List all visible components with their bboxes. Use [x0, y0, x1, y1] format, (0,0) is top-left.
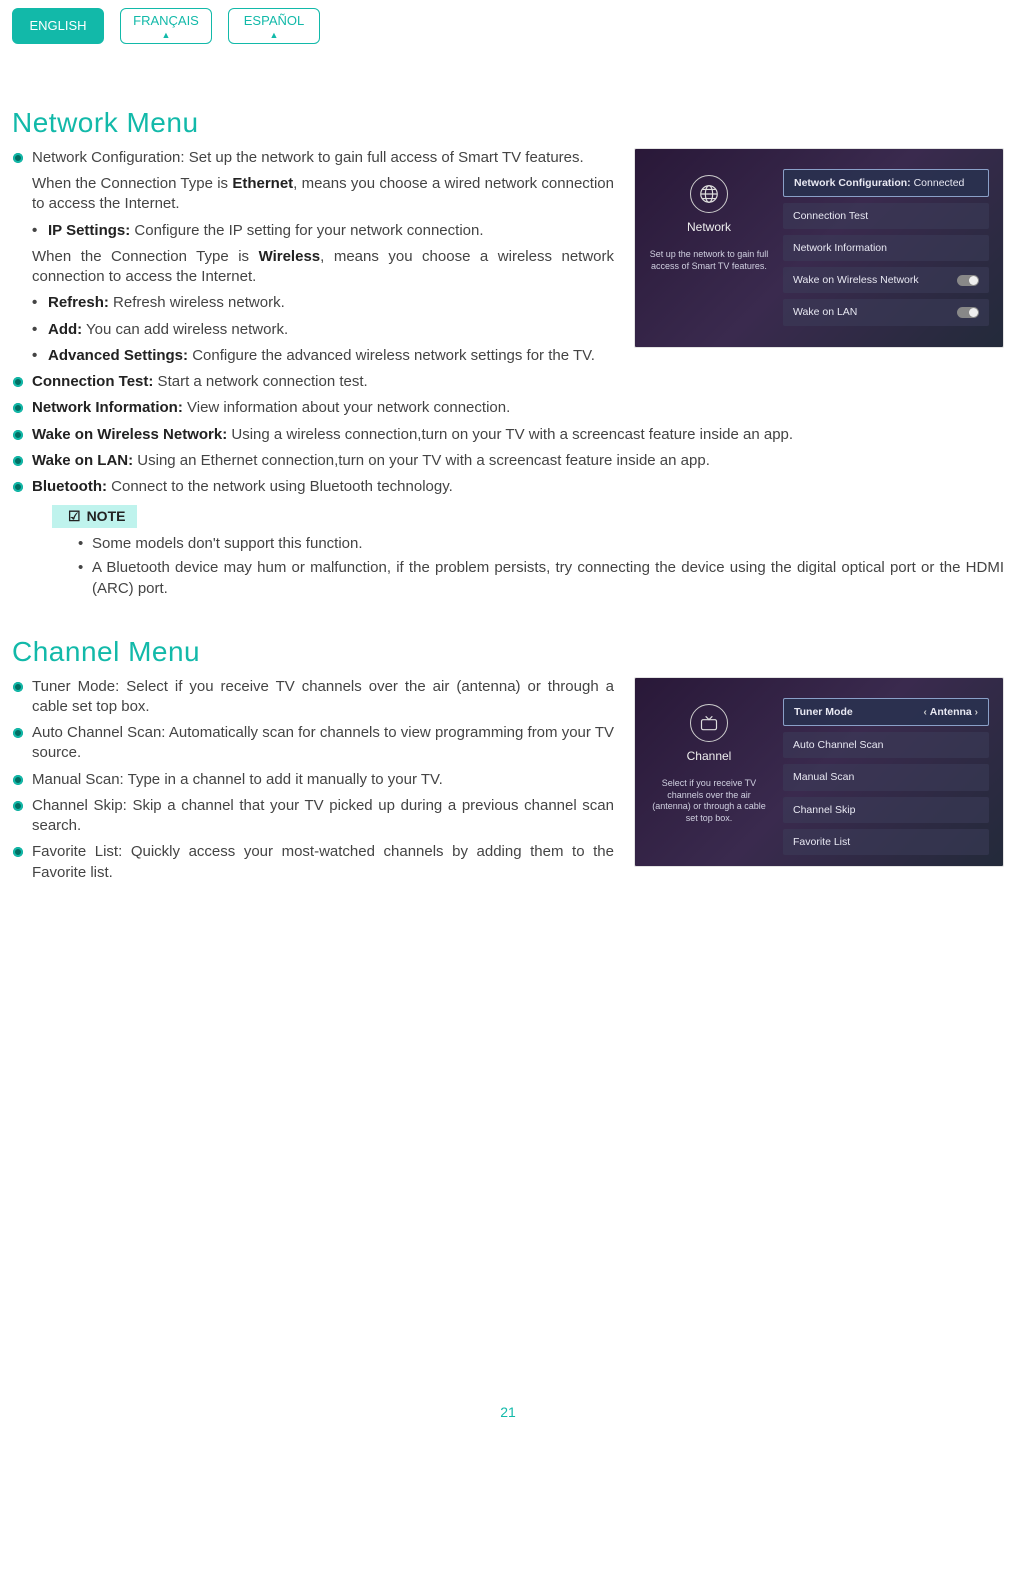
- wireless-paragraph: When the Connection Type is Wireless, me…: [32, 247, 637, 288]
- list-item-tuner-mode: Tuner Mode: Select if you receive TV cha…: [12, 677, 1004, 718]
- tab-francais[interactable]: FRANÇAIS ▲: [120, 8, 212, 44]
- list-item-bluetooth: Bluetooth: Connect to the network using …: [12, 477, 1004, 599]
- lead: Network Configuration:: [32, 149, 185, 166]
- lead: Network Information:: [32, 399, 183, 416]
- text: Select if you receive TV channels over t…: [32, 678, 614, 715]
- network-menu-heading: Network Menu: [12, 104, 1004, 142]
- channel-menu-heading: Channel Menu: [12, 633, 1004, 671]
- note-box: ☑ NOTE Some models don't support this fun…: [52, 505, 1004, 599]
- network-list: Network Configuration: Set up the networ…: [12, 148, 1004, 599]
- page-number: 21: [12, 1403, 1004, 1422]
- note-item: Some models don't support this function.: [78, 534, 1004, 554]
- lead: Wake on Wireless Network:: [32, 426, 227, 443]
- tab-espanol[interactable]: ESPAÑOL ▲: [228, 8, 320, 44]
- text: You can add wireless network.: [82, 321, 288, 338]
- chevron-up-icon: ▲: [270, 31, 279, 40]
- sub-item-add: Add: You can add wireless network.: [32, 320, 1004, 340]
- lead: Refresh:: [48, 294, 109, 311]
- lead: Tuner Mode:: [32, 678, 119, 695]
- tab-espanol-label: ESPAÑOL: [244, 12, 304, 30]
- t1: When the Connection Type is: [32, 248, 259, 265]
- lead: Advanced Settings:: [48, 347, 188, 364]
- text: Configure the IP setting for your networ…: [130, 222, 483, 239]
- text: Configure the advanced wireless network …: [188, 347, 595, 364]
- tab-english[interactable]: ENGLISH: [12, 8, 104, 44]
- text: View information about your network conn…: [183, 399, 510, 416]
- lead: Auto Channel Scan:: [32, 724, 165, 741]
- t1: When the Connection Type is: [32, 175, 232, 192]
- tab-francais-label: FRANÇAIS: [133, 12, 199, 30]
- lead: IP Settings:: [48, 222, 130, 239]
- lead: Bluetooth:: [32, 478, 107, 495]
- list-item-wake-wireless: Wake on Wireless Network: Using a wirele…: [12, 425, 1004, 445]
- chevron-up-icon: ▲: [162, 31, 171, 40]
- sub-item-refresh: Refresh: Refresh wireless network.: [32, 293, 1004, 313]
- lead: Wake on LAN:: [32, 452, 133, 469]
- note-label: ☑ NOTE: [52, 505, 137, 528]
- text: Type in a channel to add it manually to …: [124, 771, 443, 788]
- lead: Favorite List:: [32, 843, 122, 860]
- list-item-connection-test: Connection Test: Start a network connect…: [12, 372, 1004, 392]
- list-item-manual-scan: Manual Scan: Type in a channel to add it…: [12, 770, 1004, 790]
- sub-item-advanced: Advanced Settings: Configure the advance…: [32, 346, 1004, 366]
- language-tabs: ENGLISH FRANÇAIS ▲ ESPAÑOL ▲: [12, 0, 1004, 74]
- bold: Ethernet: [232, 175, 293, 192]
- note-label-text: NOTE: [87, 507, 126, 526]
- bold: Wireless: [259, 248, 321, 265]
- check-icon: ☑: [68, 507, 81, 526]
- list-item-channel-skip: Channel Skip: Skip a channel that your T…: [12, 796, 1004, 837]
- tab-english-label: ENGLISH: [29, 17, 86, 35]
- list-item-favorite-list: Favorite List: Quickly access your most-…: [12, 842, 1004, 883]
- text: Using a wireless connection,turn on your…: [227, 426, 793, 443]
- list-item-network-info: Network Information: View information ab…: [12, 398, 1004, 418]
- list-item-auto-scan: Auto Channel Scan: Automatically scan fo…: [12, 723, 1004, 764]
- text: Connect to the network using Bluetooth t…: [107, 478, 453, 495]
- lead: Add:: [48, 321, 82, 338]
- text: Set up the network to gain full access o…: [185, 149, 584, 166]
- lead: Manual Scan:: [32, 771, 124, 788]
- sub-item-ip-settings: IP Settings: Configure the IP setting fo…: [32, 221, 637, 241]
- lead: Connection Test:: [32, 373, 153, 390]
- text: Using an Ethernet connection,turn on you…: [133, 452, 710, 469]
- lead: Channel Skip:: [32, 797, 127, 814]
- channel-list: Tuner Mode: Select if you receive TV cha…: [12, 677, 1004, 883]
- text: Start a network connection test.: [153, 373, 367, 390]
- note-item: A Bluetooth device may hum or malfunctio…: [78, 558, 1004, 599]
- ethernet-paragraph: When the Connection Type is Ethernet, me…: [32, 174, 637, 215]
- list-item-network-config: Network Configuration: Set up the networ…: [12, 148, 1004, 366]
- list-item-wake-lan: Wake on LAN: Using an Ethernet connectio…: [12, 451, 1004, 471]
- text: Refresh wireless network.: [109, 294, 285, 311]
